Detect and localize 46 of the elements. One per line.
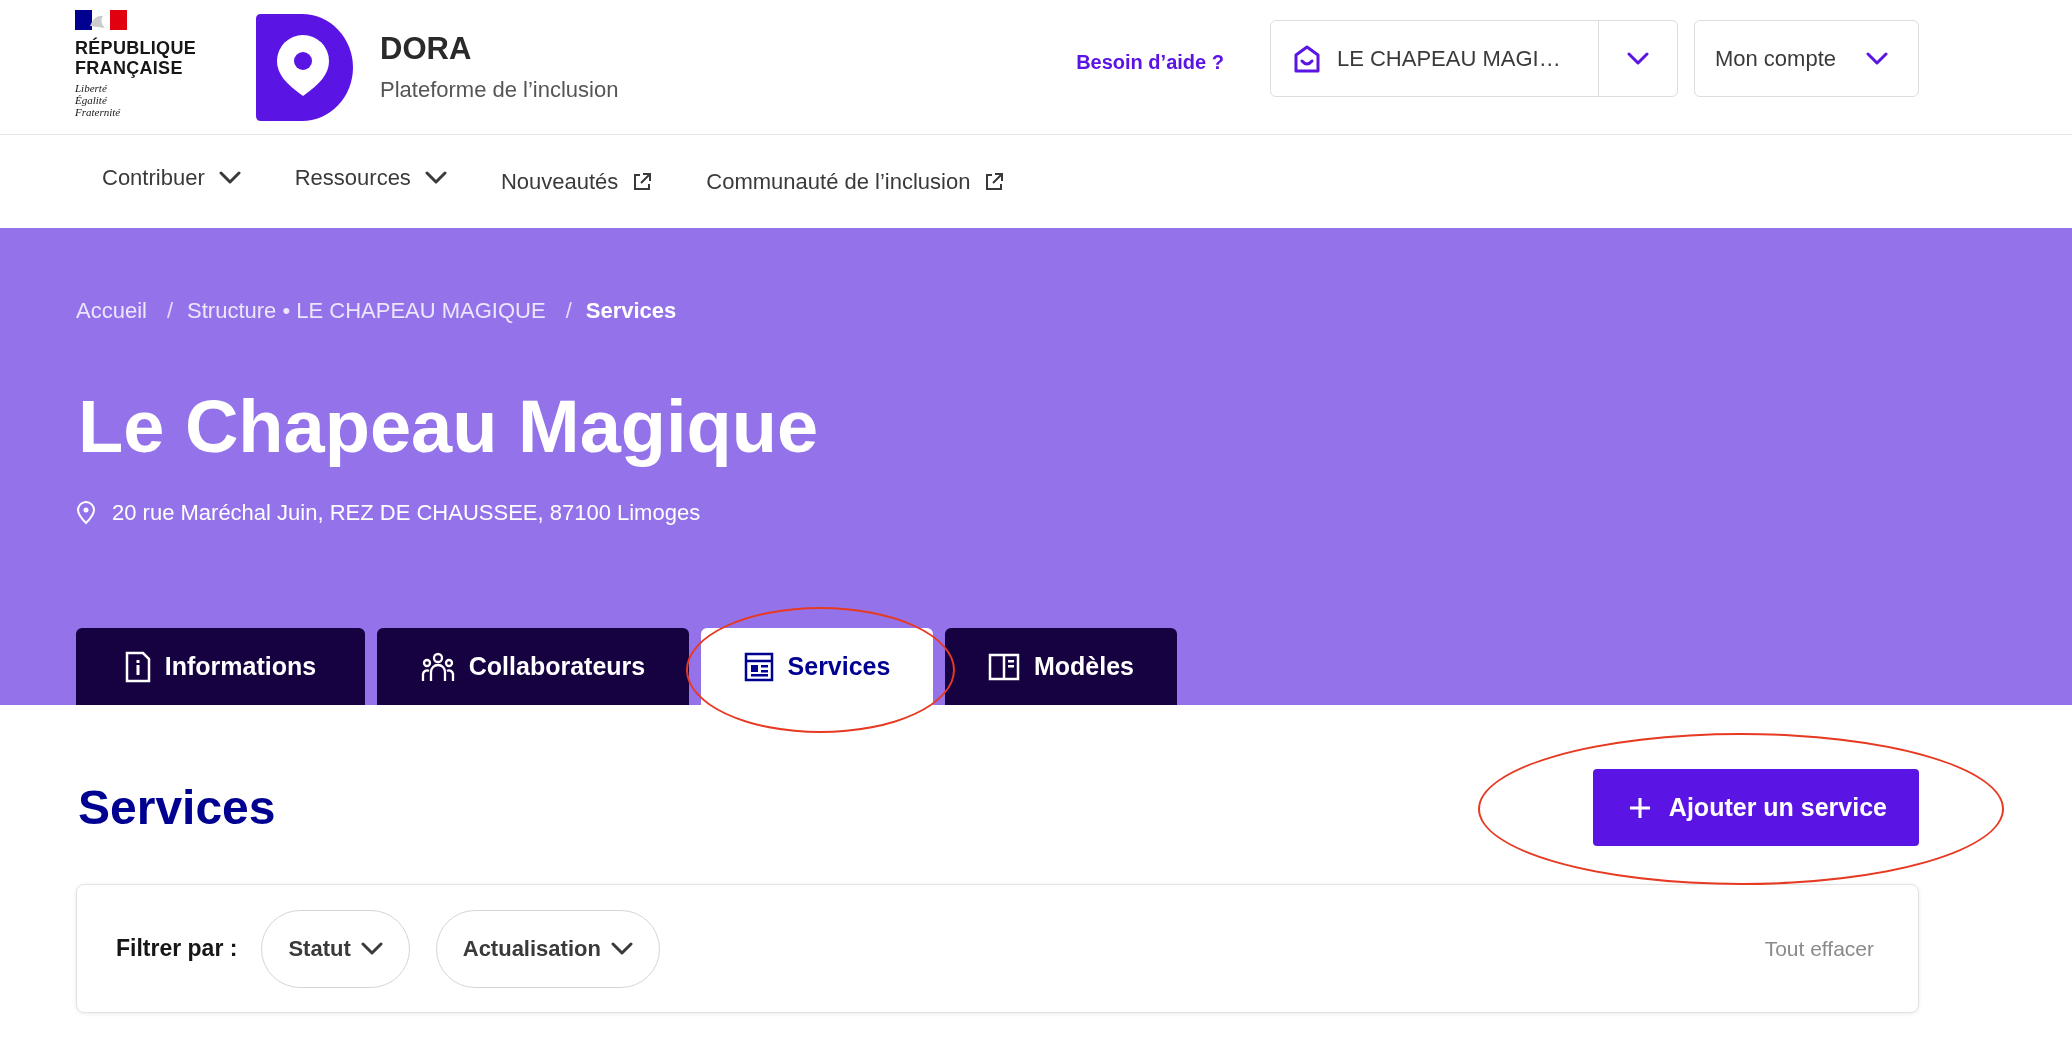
layout-icon: [988, 652, 1020, 681]
republic-name-text: FRANÇAISE: [75, 58, 184, 78]
nav-link[interactable]: Contribuer: [102, 164, 241, 191]
clear-filters-button[interactable]: Tout effacer: [1758, 935, 1880, 962]
external-link-icon: [984, 171, 1005, 192]
tab[interactable]: Collaborateurs: [377, 628, 689, 705]
section-heading: Services: [78, 780, 276, 835]
article-icon: [743, 651, 774, 682]
location-pin-icon: [76, 501, 96, 525]
pin-logo-icon: [256, 13, 353, 121]
structure-name: LE CHAPEAU MAGI…: [1336, 45, 1561, 72]
nav-link[interactable]: Nouveautés: [500, 168, 653, 195]
structure-address: 20 rue Maréchal Juin, REZ DE CHAUSSEE, 87100 Limoges: [112, 500, 701, 526]
chevron-down-icon: [610, 941, 633, 956]
chevron-down-icon: [1866, 51, 1888, 66]
nav-link[interactable]: Communauté de l’inclusion: [706, 168, 1005, 195]
tab[interactable]: Services: [701, 628, 933, 705]
breadcrumb-separator: /: [565, 298, 572, 324]
chevron-down-icon: [424, 170, 447, 185]
structure-select[interactable]: LE CHAPEAU MAGI…: [1269, 20, 1678, 97]
breadcrumb-separator: /: [166, 298, 174, 324]
filter-label: Filtrer par :: [116, 935, 238, 962]
french-flag-icon: [75, 10, 127, 30]
motto-text: Fraternité: [75, 106, 122, 118]
filter-dropdown[interactable]: Actualisation: [435, 909, 660, 988]
people-icon: [420, 651, 455, 682]
chevron-down-icon: [1626, 51, 1649, 66]
chevron-down-icon: [218, 170, 241, 185]
nav-link[interactable]: Ressources: [294, 164, 447, 191]
motto-text: Liberté: [75, 82, 108, 94]
republic-name-text: RÉPUBLIQUE: [75, 38, 197, 58]
motto-text: Égalité: [75, 94, 108, 106]
house-icon: [1292, 43, 1321, 74]
tab[interactable]: Informations: [76, 628, 365, 705]
filter-dropdown[interactable]: Statut: [261, 909, 410, 988]
account-menu-button[interactable]: Mon compte: [1693, 20, 1919, 97]
tab[interactable]: Modèles: [945, 628, 1177, 705]
info-icon: [124, 650, 151, 683]
help-link[interactable]: Besoin d’aide ?: [1076, 50, 1224, 74]
brand-tagline: Plateforme de l’inclusion: [380, 77, 619, 103]
brand-name: DORA: [380, 31, 473, 67]
external-link-icon: [632, 171, 653, 192]
plus-icon: [1628, 796, 1651, 819]
breadcrumb-current: Services: [585, 298, 677, 324]
add-service-button[interactable]: Ajouter un service: [1592, 769, 1919, 846]
chevron-down-icon: [360, 941, 383, 956]
